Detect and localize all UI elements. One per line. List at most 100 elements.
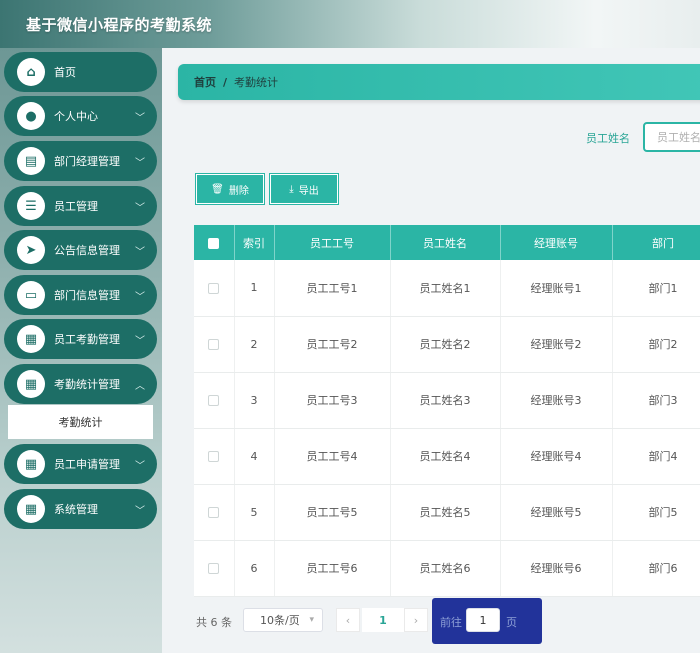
sidebar-item[interactable]: ▭ 部门信息管理 ﹀: [4, 275, 157, 315]
table-row[interactable]: 3 员工工号3 员工姓名3 经理账号3 部门3: [194, 372, 700, 429]
page-size-select[interactable]: 10条/页 ▾: [243, 608, 323, 632]
sidebar: ⌂ 首页 ● 个人中心 ﹀ ▤ 部门经理管理 ﹀ ☰ 员工管理 ﹀ ➤ 公告信息管理 ﹀ ▭ 部门信息管理 ﹀ ▦…: [0, 48, 162, 653]
grid-icon: ▦: [17, 450, 45, 478]
sidebar-item-label: 部门信息管理: [54, 289, 120, 302]
table-cell: 部门5: [612, 484, 700, 541]
table-row[interactable]: 4 员工工号4 员工姓名4 经理账号4 部门4: [194, 428, 700, 485]
sidebar-item-label: 首页: [54, 66, 76, 79]
table-row[interactable]: 6 员工工号6 员工姓名6 经理账号6 部门6: [194, 540, 700, 597]
row-select-cell: [194, 372, 235, 429]
select-all-header: [194, 225, 235, 260]
sidebar-item-label: 系统管理: [54, 503, 98, 516]
column-header: 部门: [612, 225, 700, 260]
page-size-value: 10条/页: [260, 614, 300, 627]
data-table: 索引 员工工号 员工姓名 经理账号 部门 1 员工工号1 员工姓名1 经理账号1 部门1…: [194, 225, 700, 597]
table-cell: 4: [234, 428, 275, 485]
search-input[interactable]: [643, 122, 700, 152]
table-cell: 6: [234, 540, 275, 597]
clipboard-icon: ▤: [17, 147, 45, 175]
chevron-down-icon: ﹀: [135, 202, 145, 214]
chevron-down-icon: ﹀: [135, 291, 145, 303]
table-row[interactable]: 5 员工工号5 员工姓名5 经理账号5 部门5: [194, 484, 700, 541]
column-header: 员工姓名: [390, 225, 501, 260]
export-button-label: 导出: [298, 185, 319, 197]
select-all-checkbox[interactable]: [208, 237, 220, 249]
sidebar-item[interactable]: ▦ 员工申请管理 ﹀: [4, 444, 157, 484]
sidebar-item[interactable]: ☰ 员工管理 ﹀: [4, 186, 157, 226]
next-page-button[interactable]: ›: [404, 608, 428, 632]
row-checkbox[interactable]: [208, 507, 220, 518]
chevron-down-icon: ﹀: [135, 157, 145, 169]
row-checkbox[interactable]: [208, 451, 220, 462]
sidebar-item-label: 考勤统计管理: [54, 378, 120, 391]
sidebar-item[interactable]: ⌂ 首页: [4, 52, 157, 92]
column-header: 员工工号: [274, 225, 391, 260]
table-cell: 员工工号4: [274, 428, 391, 485]
row-checkbox[interactable]: [208, 282, 220, 294]
sidebar-item-label: 员工申请管理: [54, 458, 120, 471]
row-select-cell: [194, 484, 235, 541]
table-cell: 员工姓名6: [390, 540, 501, 597]
sidebar-item[interactable]: ➤ 公告信息管理 ﹀: [4, 230, 157, 270]
list-icon: ☰: [17, 192, 45, 220]
sidebar-item-label: 员工考勤管理: [54, 333, 120, 346]
table-cell: 员工姓名2: [390, 316, 501, 373]
page-number[interactable]: 1: [362, 608, 404, 632]
monitor-icon: ▭: [17, 281, 45, 309]
table-cell: 员工工号1: [274, 260, 391, 317]
pagination-total: 共 6 条: [196, 616, 232, 629]
user-icon: ●: [17, 102, 45, 130]
breadcrumb-current: 考勤统计: [234, 76, 279, 89]
sidebar-item[interactable]: ▤ 部门经理管理 ﹀: [4, 141, 157, 181]
chevron-down-icon: ﹀: [135, 460, 145, 472]
table-cell: 2: [234, 316, 275, 373]
chevron-down-icon: ﹀: [135, 335, 145, 347]
sidebar-item-label: 个人中心: [54, 110, 98, 123]
table-row[interactable]: 1 员工工号1 员工姓名1 经理账号1 部门1: [194, 260, 700, 317]
table-cell: 员工工号2: [274, 316, 391, 373]
sidebar-item[interactable]: ▦ 考勤统计管理 ︿: [4, 364, 157, 404]
table-cell: 员工姓名4: [390, 428, 501, 485]
table-cell: 员工姓名3: [390, 372, 501, 429]
table-cell: 员工工号6: [274, 540, 391, 597]
goto-unit: 页: [506, 616, 517, 629]
table-cell: 经理账号1: [500, 260, 613, 317]
chevron-down-icon: ﹀: [135, 246, 145, 258]
table-cell: 员工工号5: [274, 484, 391, 541]
sidebar-item[interactable]: ● 个人中心 ﹀: [4, 96, 157, 136]
chevron-down-icon: ﹀: [135, 112, 145, 124]
row-checkbox[interactable]: [208, 339, 220, 350]
breadcrumb-home[interactable]: 首页: [194, 74, 216, 90]
sidebar-item[interactable]: ▦ 员工考勤管理 ﹀: [4, 319, 157, 359]
table-cell: 1: [234, 260, 275, 317]
chevron-left-icon: ‹: [345, 613, 351, 627]
row-checkbox[interactable]: [208, 563, 220, 574]
sidebar-subitem-attendance-stats[interactable]: 考勤统计: [8, 405, 153, 439]
download-icon: ⤓: [289, 183, 294, 195]
search-label: 员工姓名: [586, 132, 630, 145]
delete-button[interactable]: 🗑 删除: [195, 173, 265, 205]
grid-icon: ▦: [17, 325, 45, 353]
pagination: 共 6 条 10条/页 ▾ ‹ 1 › 前往 1 页: [196, 598, 700, 644]
prev-page-button[interactable]: ‹: [336, 608, 360, 632]
table-cell: 部门2: [612, 316, 700, 373]
row-select-cell: [194, 316, 235, 373]
table-cell: 员工姓名5: [390, 484, 501, 541]
chevron-up-icon: ︿: [135, 380, 145, 392]
export-button[interactable]: ⤓ 导出: [269, 173, 339, 205]
main-content: 首页 / 考勤统计 员工姓名 🗑 删除 ⤓ 导出 索引 员工工号 员工姓名 经理…: [162, 48, 700, 653]
row-select-cell: [194, 428, 235, 485]
column-header: 经理账号: [500, 225, 613, 260]
table-cell: 3: [234, 372, 275, 429]
sidebar-item[interactable]: ▦ 系统管理 ﹀: [4, 489, 157, 529]
goto-page-input[interactable]: 1: [466, 608, 500, 632]
grid-icon: ▦: [17, 370, 45, 398]
table-cell: 员工工号3: [274, 372, 391, 429]
table-header-row: 索引 员工工号 员工姓名 经理账号 部门: [194, 225, 700, 260]
sidebar-item-label: 部门经理管理: [54, 155, 120, 168]
table-row[interactable]: 2 员工工号2 员工姓名2 经理账号2 部门2: [194, 316, 700, 373]
grid-icon: ▦: [17, 495, 45, 523]
table-cell: 部门6: [612, 540, 700, 597]
row-checkbox[interactable]: [208, 395, 220, 406]
top-bar: 基于微信小程序的考勤系统: [0, 0, 700, 48]
